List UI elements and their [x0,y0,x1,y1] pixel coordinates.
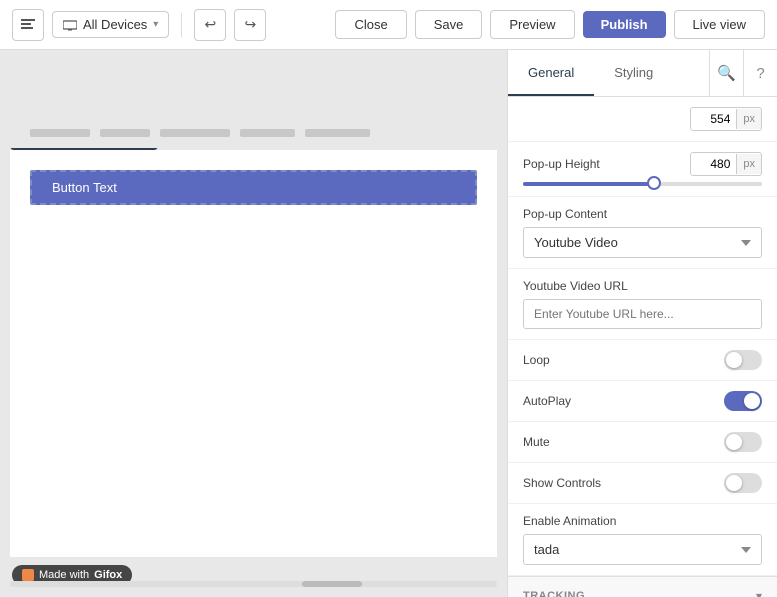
publish-button[interactable]: Publish [583,11,666,38]
panel-tabs: General Styling 🔍 ? [508,50,777,97]
popup-content-select[interactable]: Youtube Video [523,227,762,258]
youtube-url-input[interactable] [523,299,762,329]
mute-label: Mute [523,435,550,449]
popup-height-input[interactable] [691,153,736,175]
popup-width-input-group: px [690,107,762,131]
help-tab-icon[interactable]: ? [743,50,777,96]
text-align-icon[interactable] [12,9,44,41]
show-controls-row: Show Controls [508,463,777,504]
tab-icon-group: 🔍 ? [709,50,777,96]
autoplay-label: AutoPlay [523,394,571,408]
main-area: ✥ ⧉ 🗑 ☰ ◈ Button Text Made with Gifox [0,50,777,597]
panel-content: px Pop-up Height px [508,97,777,597]
canvas-area: ✥ ⧉ 🗑 ☰ ◈ Button Text Made with Gifox [0,50,507,597]
autoplay-toggle-thumb [744,393,760,409]
preview-button[interactable]: Preview [490,10,574,39]
enable-animation-label: Enable Animation [523,514,762,528]
mute-toggle-thumb [726,434,742,450]
strip-1 [30,129,90,137]
tracking-chevron-icon: ▾ [756,589,762,597]
youtube-url-label: Youtube Video URL [523,279,762,293]
tracking-label: TRACKING [523,590,585,597]
autoplay-row: AutoPlay [508,381,777,422]
popup-height-label: Pop-up Height [523,157,600,171]
tab-general[interactable]: General [508,51,594,96]
show-controls-toggle-thumb [726,475,742,491]
enable-animation-select[interactable]: tada [523,534,762,565]
device-selector[interactable]: All Devices ▾ [52,11,169,38]
show-controls-label: Show Controls [523,476,601,490]
strip-3 [160,129,230,137]
popup-content-label: Pop-up Content [523,207,762,221]
gifox-brand: Gifox [94,569,122,581]
popup-height-slider-container [523,182,762,186]
mute-toggle[interactable] [724,432,762,452]
separator [181,13,182,37]
loop-row: Loop [508,340,777,381]
popup-width-unit: px [736,109,761,129]
loop-toggle-thumb [726,352,742,368]
search-tab-icon[interactable]: 🔍 [709,50,743,96]
liveview-button[interactable]: Live view [674,10,765,39]
show-controls-toggle[interactable] [724,473,762,493]
right-panel: General Styling 🔍 ? px Pop [507,50,777,597]
mute-row: Mute [508,422,777,463]
popup-height-slider-row [523,182,762,186]
loop-label: Loop [523,353,550,367]
gifox-made-with: Made with [39,569,89,581]
scrollbar-thumb [302,581,362,587]
popup-height-input-group: px [690,152,762,176]
popup-height-unit: px [736,154,761,174]
popup-width-input[interactable] [691,108,736,130]
canvas-content: Button Text [10,150,497,557]
horizontal-scrollbar[interactable] [10,581,497,587]
strip-5 [305,129,370,137]
redo-icon[interactable]: ↪ [234,9,266,41]
youtube-url-row: Youtube Video URL [508,269,777,340]
strip-4 [240,129,295,137]
save-button[interactable]: Save [415,10,483,39]
enable-animation-row: Enable Animation tada [508,504,777,576]
popup-content-row: Pop-up Content Youtube Video [508,197,777,269]
device-selector-label: All Devices [83,17,147,32]
tracking-section[interactable]: TRACKING ▾ [508,576,777,597]
popup-height-row: Pop-up Height px [508,142,777,197]
button-element[interactable]: Button Text [30,170,477,205]
gifox-logo [22,569,34,581]
chevron-down-icon: ▾ [153,19,158,30]
strip-2 [100,129,150,137]
undo-icon[interactable]: ↩ [194,9,226,41]
tab-styling[interactable]: Styling [594,51,673,96]
popup-width-row: px [508,97,777,142]
loop-toggle[interactable] [724,350,762,370]
toolbar: All Devices ▾ ↩ ↪ Close Save Preview Pub… [0,0,777,50]
close-button[interactable]: Close [335,10,406,39]
autoplay-toggle[interactable] [724,391,762,411]
